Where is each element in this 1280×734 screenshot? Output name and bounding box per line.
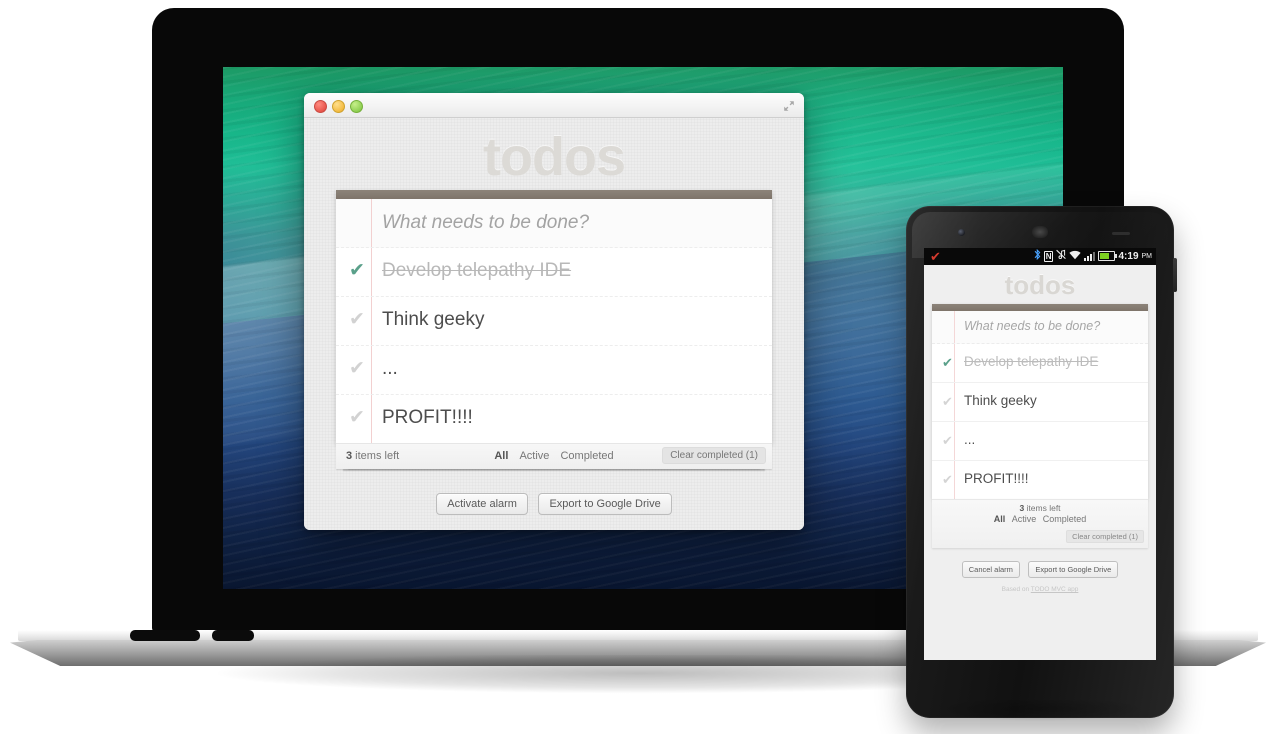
todo-label: PROFIT!!!! (382, 407, 473, 428)
signal-icon (1084, 251, 1096, 261)
margin-rule-line (371, 346, 372, 394)
margin-rule-line (371, 199, 372, 247)
zoom-icon[interactable] (350, 100, 363, 113)
phone-device: ✔ N 4:19 PM todos What needs to be done?… (906, 206, 1177, 718)
phone-todo-label: Think geeky (964, 393, 1037, 408)
phone-items-left-text: items left (1024, 503, 1061, 513)
phone-todo-checkbox[interactable]: ✔ (940, 394, 955, 409)
todo-item-row[interactable]: ✔ Think geeky (336, 297, 772, 346)
todo-label: Develop telepathy IDE (382, 260, 572, 281)
phone-screen: ✔ N 4:19 PM todos What needs to be done?… (924, 248, 1156, 660)
todo-item-row[interactable]: ✔ PROFIT!!!! (336, 395, 772, 443)
proximity-sensor-icon (1112, 232, 1130, 235)
new-todo-placeholder: What needs to be done? (382, 212, 590, 233)
margin-rule-line (371, 248, 372, 296)
phone-todo-footer: 3 items left All Active Completed Clear … (932, 499, 1148, 548)
phone-todomvc-link[interactable]: TODO MVC app (1031, 586, 1079, 593)
phone-todo-item-row[interactable]: ✔ PROFIT!!!! (932, 461, 1148, 499)
phone-filter-group: All Active Completed (932, 514, 1148, 524)
phone-filter-completed[interactable]: Completed (1043, 514, 1087, 524)
phone-filter-all[interactable]: All (994, 514, 1006, 524)
phone-clear-completed-wrap: Clear completed (1) (932, 526, 1144, 544)
phone-items-left-counter: 3 items left (932, 503, 1148, 513)
phone-todo-app-card: What needs to be done? ✔ Develop telepat… (932, 304, 1148, 499)
export-to-google-drive-button[interactable]: Export to Google Drive (538, 493, 672, 515)
battery-icon (1098, 251, 1118, 261)
earpiece-speaker-icon (1032, 226, 1048, 238)
filter-all[interactable]: All (494, 450, 508, 462)
phone-page-title: todos (924, 265, 1156, 304)
filter-completed[interactable]: Completed (560, 450, 613, 462)
todo-item-row[interactable]: ✔ ... (336, 346, 772, 395)
power-button[interactable] (1173, 258, 1177, 292)
phone-todo-checkbox[interactable]: ✔ (940, 472, 955, 487)
android-status-bar: ✔ N 4:19 PM (924, 248, 1156, 265)
window-titlebar[interactable] (304, 93, 804, 118)
phone-clear-completed-button[interactable]: Clear completed (1) (1066, 530, 1144, 543)
todo-checkbox-completed[interactable]: ✔ (346, 260, 368, 282)
phone-todo-label: ... (964, 432, 976, 447)
phone-new-todo-placeholder: What needs to be done? (964, 319, 1101, 333)
laptop-port-slot (212, 630, 254, 641)
todo-item-row[interactable]: ✔ Develop telepathy IDE (336, 248, 772, 297)
cancel-alarm-button[interactable]: Cancel alarm (961, 561, 1020, 578)
new-todo-input[interactable]: What needs to be done? (336, 199, 772, 248)
margin-rule-line (371, 297, 372, 345)
mute-icon (1056, 249, 1067, 263)
phone-todo-checkbox[interactable]: ✔ (940, 433, 955, 448)
phone-credit-prefix: Based on (1001, 586, 1031, 593)
phone-export-to-google-drive-button[interactable]: Export to Google Drive (1028, 561, 1119, 578)
activate-alarm-button[interactable]: Activate alarm (436, 493, 528, 515)
margin-rule-line (371, 395, 372, 443)
fullscreen-icon[interactable] (783, 99, 795, 111)
phone-todo-checkbox-completed[interactable]: ✔ (940, 355, 955, 370)
phone-todo-item-row[interactable]: ✔ Develop telepathy IDE (932, 344, 1148, 383)
phone-filter-active[interactable]: Active (1012, 514, 1037, 524)
phone-credit-text: Based on TODO MVC app (924, 586, 1156, 593)
phone-drop-shadow (910, 700, 1170, 730)
toggle-all-bar[interactable] (336, 190, 772, 199)
page-title: todos (483, 127, 626, 187)
phone-extra-button-row: Cancel alarm Export to Google Drive (924, 559, 1156, 578)
todo-label: Think geeky (382, 309, 485, 330)
todo-checkbox[interactable]: ✔ (346, 407, 368, 429)
wifi-icon (1069, 250, 1082, 263)
nfc-icon: N (1043, 250, 1054, 262)
phone-todo-label: PROFIT!!!! (964, 471, 1029, 486)
phone-todo-item-row[interactable]: ✔ ... (932, 422, 1148, 461)
close-icon[interactable] (314, 100, 327, 113)
status-bar-clock: 4:19 (1118, 250, 1139, 262)
laptop-port-slot (130, 630, 200, 641)
notification-check-icon: ✔ (930, 249, 941, 264)
status-icons-group: N 4:19 PM (1034, 248, 1153, 263)
margin-rule-line (954, 311, 955, 343)
todo-label: ... (382, 358, 398, 379)
status-bar-ampm: PM (1141, 252, 1153, 260)
todo-app-card: What needs to be done? ✔ Develop telepat… (336, 190, 772, 443)
todo-footer: 3 items left All Active Completed Clear … (336, 443, 772, 469)
bluetooth-icon (1034, 248, 1041, 263)
phone-toggle-all-bar[interactable] (932, 304, 1148, 311)
mac-app-window[interactable]: todos What needs to be done? ✔ Develop t… (304, 93, 804, 530)
extra-button-row: Activate alarm Export to Google Drive (304, 493, 804, 515)
front-camera-icon (958, 229, 965, 236)
filter-active[interactable]: Active (519, 450, 549, 462)
todo-checkbox[interactable]: ✔ (346, 309, 368, 331)
phone-new-todo-input[interactable]: What needs to be done? (932, 311, 1148, 344)
phone-todo-label: Develop telepathy IDE (964, 354, 1099, 369)
phone-todo-item-row[interactable]: ✔ Think geeky (932, 383, 1148, 422)
todo-checkbox[interactable]: ✔ (346, 358, 368, 380)
clear-completed-button[interactable]: Clear completed (1) (662, 447, 766, 464)
window-content: todos What needs to be done? ✔ Develop t… (304, 118, 804, 530)
minimize-icon[interactable] (332, 100, 345, 113)
